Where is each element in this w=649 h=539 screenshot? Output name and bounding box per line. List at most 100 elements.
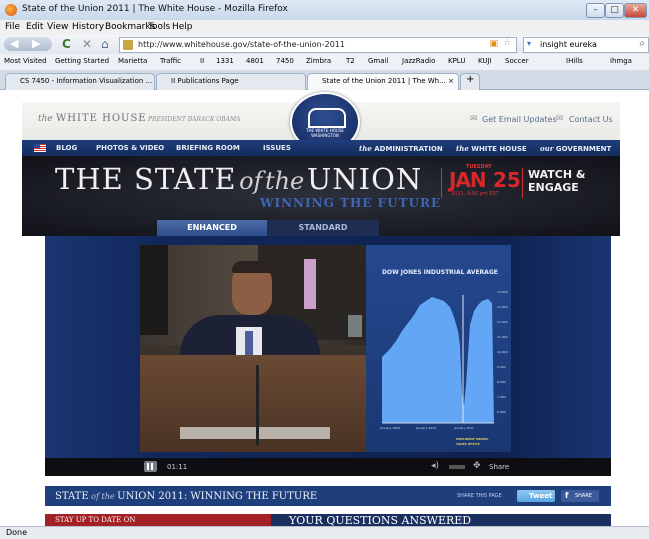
bookmark-1331[interactable]: 1331 [216,57,234,65]
nav-photos-video[interactable]: PHOTOS & VIDEO [96,144,164,152]
nav-white-house[interactable]: the WHITE HOUSE [456,144,527,153]
nav-government[interactable]: our GOVERNMENT [540,144,611,153]
tab-enhanced[interactable]: ENHANCED [157,220,267,236]
engage-label[interactable]: ENGAGE [528,181,579,194]
share-link[interactable]: Share [489,463,509,471]
menu-help[interactable]: Help [172,22,193,32]
rss-icon[interactable]: ▣ [489,39,498,49]
tab-state-of-the-union[interactable]: State of the Union 2011 | The Wh... × [307,73,459,90]
wh-logo-main[interactable]: WHITE HOUSE [56,113,147,124]
sotu-title-a: THE STATE [55,162,237,196]
bookmarks-toolbar: Most Visited Getting Started Marietta Tr… [0,54,649,71]
x-tick: January 2011 [454,426,474,430]
navigation-toolbar: ◀ ▶ C ✕ ⌂ http://www.whitehouse.gov/stat… [0,35,649,54]
menu-edit[interactable]: Edit [26,22,43,32]
bookmark-marietta[interactable]: Marietta [118,57,147,65]
tab-label: CS 7450 - Information Visualization ... [20,77,153,85]
email-icon: ✉ [470,114,478,124]
bookmark-star-icon[interactable]: ☆ [503,38,511,48]
nav-gov-text: GOVERNMENT [555,145,612,153]
firefox-icon [5,4,17,16]
menu-history[interactable]: History [72,22,104,32]
footer-title-of: of [91,492,99,501]
back-forward-group: ◀ ▶ [4,37,52,51]
home-icon[interactable]: ⌂ [101,37,109,51]
nav-briefing-room[interactable]: BRIEFING ROOM [176,144,240,152]
tweet-button[interactable]: Tweet [517,490,555,502]
nav-admin-prefix: the [359,144,372,153]
bookmark-4801[interactable]: 4801 [246,57,264,65]
bookmark-ihills[interactable]: IHills [566,57,583,65]
nav-admin-text: ADMINISTRATION [374,145,443,153]
bookmark-t2[interactable]: T2 [346,57,355,65]
figure-left [140,245,168,335]
facebook-share-button[interactable]: f SHARE [561,490,599,502]
y-tick: 6,000 [497,410,506,414]
nav-administration[interactable]: the ADMINISTRATION [359,144,443,153]
back-arrow-icon[interactable]: ◀ [10,37,18,50]
watch-label[interactable]: WATCH & [528,168,586,181]
tab-close-icon[interactable]: × [448,77,454,85]
tab-cs7450[interactable]: CS 7450 - Information Visualization ... [5,73,155,90]
bookmark-getting-started[interactable]: Getting Started [55,57,109,65]
menu-file[interactable]: File [5,22,20,32]
bookmark-gmail[interactable]: Gmail [368,57,388,65]
bookmark-7450[interactable]: 7450 [276,57,294,65]
bookmark-zimbra[interactable]: Zimbra [306,57,331,65]
tab-standard[interactable]: STANDARD [267,220,379,236]
video-player[interactable] [140,245,366,452]
volume-icon[interactable]: ◂) [431,461,439,471]
bookmark-kuji[interactable]: KUJI [478,57,492,65]
nav-wh-text: WHITE HOUSE [471,145,527,153]
pause-button[interactable] [144,461,157,472]
chart-area [382,297,494,423]
search-icon[interactable]: ⌕ [639,38,645,49]
close-button[interactable]: ✕ [624,3,647,18]
stop-icon[interactable]: ✕ [82,37,92,51]
facebook-share-label: SHARE [575,493,592,499]
bookmark-ii[interactable]: II [200,57,204,65]
search-engine-icon[interactable]: ▾ [527,39,531,48]
pause-icon-bar [151,463,153,470]
bookmark-kplu[interactable]: KPLU [448,57,466,65]
forward-arrow-icon[interactable]: ▶ [32,37,40,50]
tab-ii-publications[interactable]: II Publications Page [156,73,306,90]
nav-issues[interactable]: ISSUES [263,144,291,152]
date-number: 25 [493,168,521,192]
y-tick: 8,000 [497,380,506,384]
contact-us-link[interactable]: Contact Us [569,115,613,124]
url-bar[interactable]: http://www.whitehouse.gov/state-of-the-u… [119,37,517,53]
fullscreen-icon[interactable]: ✥ [473,461,481,471]
bookmark-traffic[interactable]: Traffic [160,57,181,65]
reload-icon[interactable]: C [62,37,71,51]
chart-plot [382,295,494,424]
volume-slider[interactable] [449,465,465,469]
status-text: Done [6,528,28,537]
bookmark-ihmga[interactable]: ihmga [610,57,632,65]
teaser-left-text: STAY UP TO DATE ON [55,516,136,524]
menu-view[interactable]: View [47,22,68,32]
main-navigation: BLOG PHOTOS & VIDEO BRIEFING ROOM ISSUES… [22,140,620,156]
nav-blog[interactable]: BLOG [56,144,77,152]
bookmark-jazzradio[interactable]: JazzRadio [402,57,435,65]
email-updates-link[interactable]: Get Email Updates [482,115,557,124]
bookmark-soccer[interactable]: Soccer [505,57,529,65]
minimize-button[interactable]: – [586,3,605,18]
maximize-button[interactable]: □ [605,3,624,18]
teaser-left[interactable]: STAY UP TO DATE ON [45,514,271,526]
tab-strip: CS 7450 - Information Visualization ... … [0,70,649,90]
tab-label: State of the Union 2011 | The Wh... [322,77,446,85]
search-box[interactable]: ▾ insight eureka ⌕ [523,37,649,53]
menu-tools[interactable]: Tools [148,22,170,32]
contact-icon: ✉ [556,114,564,124]
new-tab-button[interactable]: + [460,73,480,90]
white-house-building-icon [308,108,346,128]
x-tick: January 2009 [380,426,400,430]
plus-icon: + [466,74,475,85]
player-controls: 01:11 ◂) ✥ Share [45,458,611,476]
seal-text: THE WHITE HOUSE WASHINGTON [306,128,344,138]
bookmark-most-visited[interactable]: Most Visited [4,57,47,65]
water-glass [348,315,362,337]
playback-time: 01:11 [167,463,188,471]
sotu-title-of: of [239,167,263,195]
